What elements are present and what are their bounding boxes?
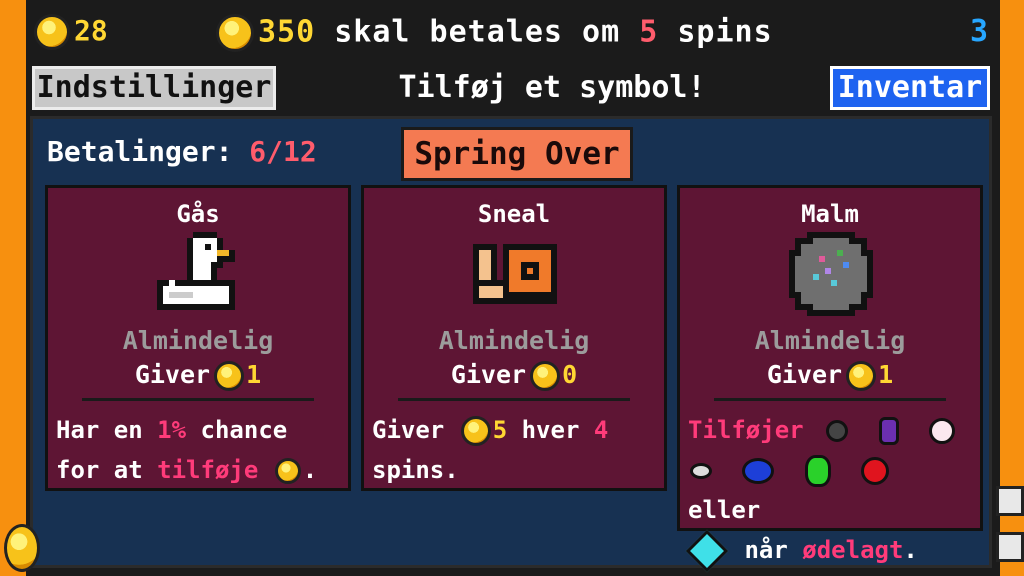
coin-icon [530,361,561,391]
coin-icon [4,524,40,572]
symbol-card-ore[interactable]: Malm Almindelig Giver 1 Tilføjer eller n… [677,185,983,573]
coin-icon [216,14,254,52]
symbol-choice-panel: Betalinger: 6/12 Spring Over Gås Alminde [30,116,992,573]
inventory-button[interactable]: Inventar [830,66,990,110]
snail-icon [473,244,557,304]
symbol-name: Sneal [477,200,551,228]
gives-value: 1 [246,360,262,389]
coin-icon [846,361,877,391]
symbol-rarity: Almindelig [122,326,274,355]
gives-label: Giver [450,360,527,389]
side-tab[interactable] [996,532,1024,562]
symbol-description: Har en 1% chance for at tilføje . [56,410,342,490]
desc-text: spins. [372,456,459,484]
symbol-description: Giver 5 hver 4 spins. [372,410,658,490]
desc-text: hver [521,416,580,444]
rent-text-spins: spins [677,14,773,50]
rent-counter: 3 [969,14,988,49]
desc-text: Har en [56,416,143,444]
coin-icon [34,14,70,50]
desc-text: eller [688,496,761,524]
side-tab[interactable] [996,486,1024,516]
desc-text: . [903,536,918,564]
ruby-icon [861,457,890,485]
rent-text: skal betales om [334,14,621,50]
gives-label: Giver [134,360,211,389]
symbol-rarity: Almindelig [438,326,590,355]
rent-amount: 350 [258,14,316,50]
symbol-value: Giver 1 [48,360,348,391]
skip-button[interactable]: Spring Over [401,127,633,181]
pearl-icon [928,418,955,444]
goose-icon [157,232,235,310]
game-frame: 28 350 skal betales om 5 spins 3 Indstil… [26,0,1000,576]
settings-button[interactable]: Indstillinger [32,66,276,110]
desc-keyword: Tilføjer [688,416,804,444]
sapphire-icon [742,458,775,484]
payments-label: Betalinger: [47,135,233,168]
coin-count: 28 [74,14,108,47]
desc-amount: 5 [492,416,508,444]
coin-icon [460,416,491,446]
rent-due: 350 skal betales om 5 spins [216,14,773,52]
divider [82,398,314,401]
amethyst-icon [878,417,899,445]
symbol-name: Malm [801,200,859,228]
divider [398,398,630,401]
desc-text: Giver [372,416,445,444]
stone-icon [690,463,712,479]
desc-keyword: ødelagt [802,536,904,564]
rent-spins-count: 5 [639,14,659,50]
symbol-value: Giver 1 [680,360,980,391]
symbol-description: Tilføjer eller når ødelagt. [685,410,974,573]
symbol-card-snail[interactable]: Sneal Almindelig Giver 0 Giver 5 hver 4 … [361,185,667,491]
gives-value: 0 [562,360,578,389]
diamond-icon [685,529,729,573]
divider [714,398,946,401]
coin-total: 28 [34,14,108,50]
desc-count: 4 [593,416,609,444]
desc-text: . [302,456,318,484]
coin-icon [214,361,245,391]
symbol-card-goose[interactable]: Gås Almindelig Giver 1 Har en 1% chance … [45,185,351,491]
coal-icon [826,420,849,442]
golden-egg-icon [274,458,301,484]
desc-text: chance [200,416,288,444]
symbol-value: Giver 0 [364,360,664,391]
desc-text: når [744,536,788,564]
gives-label: Giver [766,360,843,389]
payments-value: 6/12 [249,135,317,168]
top-bar: 28 350 skal betales om 5 spins 3 [26,0,1000,62]
payments-status: Betalinger: 6/12 [47,135,317,168]
button-bar: Indstillinger Tilføj et symbol! Inventar [26,62,1000,114]
instruction-message: Tilføj et symbol! [398,70,706,105]
desc-text: for at [56,456,143,484]
symbol-name: Gås [176,200,220,228]
gives-value: 1 [878,360,894,389]
desc-chance: 1% [157,416,187,444]
emerald-icon [804,455,831,487]
symbol-rarity: Almindelig [754,326,906,355]
ore-icon [789,232,873,316]
desc-keyword: tilføje [157,456,259,484]
